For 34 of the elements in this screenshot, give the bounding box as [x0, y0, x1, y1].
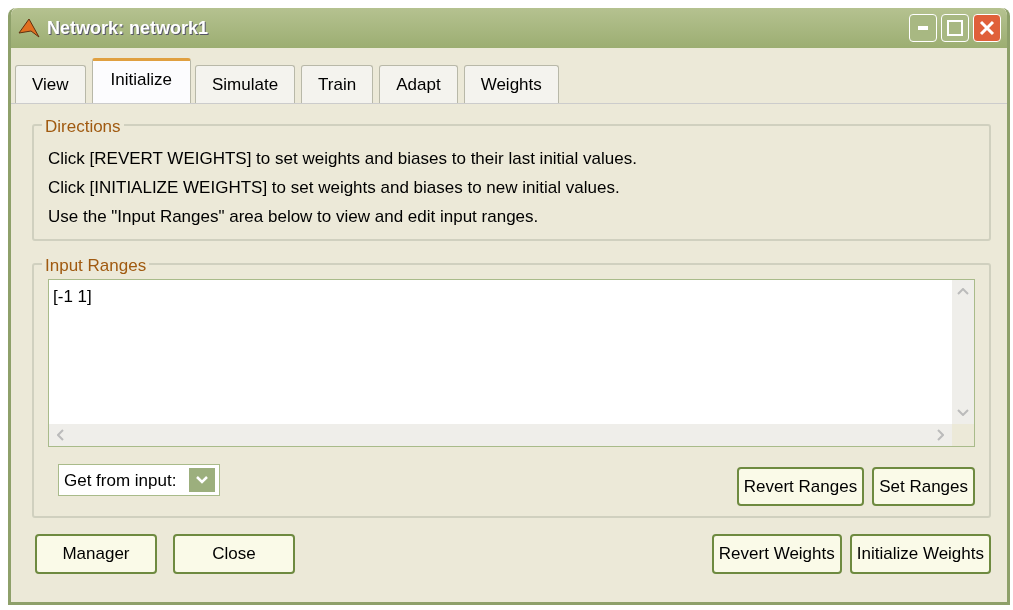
action-button[interactable]: Revert Ranges: [736, 466, 865, 506]
tab[interactable]: Initialize: [91, 58, 191, 103]
app-logo-icon: [17, 17, 41, 39]
direction-text: Click [REVERT WEIGHTS] to set weights and biases to their last initial values.: [48, 147, 638, 170]
action-button[interactable]: Initialize Weights: [849, 534, 991, 574]
minimize-button[interactable]: [909, 14, 937, 42]
tab[interactable]: View: [15, 65, 86, 103]
horizontal-scrollbar[interactable]: [49, 423, 952, 446]
window-title: Network: network1: [47, 16, 209, 40]
text-area[interactable]: [-1 1]: [48, 278, 975, 447]
action-button[interactable]: Close: [173, 534, 295, 574]
maximize-icon: [947, 20, 963, 36]
text-area-content: [-1 1]: [52, 285, 93, 308]
close-icon: [979, 20, 995, 36]
action-button[interactable]: Revert Weights: [711, 534, 842, 574]
maximize-button[interactable]: [941, 14, 969, 42]
scrollbar-corner: [952, 423, 974, 446]
close-window-button[interactable]: [973, 14, 1001, 42]
scroll-down-icon: [957, 408, 969, 416]
vertical-scrollbar[interactable]: [952, 279, 974, 424]
scroll-up-icon: [957, 287, 969, 295]
tab[interactable]: Simulate: [194, 65, 296, 103]
action-button[interactable]: Set Ranges: [872, 466, 975, 506]
tab[interactable]: Train: [301, 65, 374, 103]
tab[interactable]: Weights: [463, 65, 559, 103]
source-dropdown[interactable]: Get from input:: [58, 464, 221, 497]
minimize-icon: [918, 26, 928, 30]
direction-text: Use the "Input Ranges" area below to view and edit input ranges.: [48, 205, 540, 228]
scroll-right-icon: [937, 428, 944, 441]
scroll-left-icon: [57, 428, 64, 441]
tab[interactable]: Adapt: [379, 65, 458, 103]
action-button[interactable]: Manager: [35, 534, 157, 574]
chevron-down-icon: [195, 475, 210, 486]
direction-text: Click [INITIALIZE WEIGHTS] to set weights and biases to new initial values.: [48, 176, 621, 199]
